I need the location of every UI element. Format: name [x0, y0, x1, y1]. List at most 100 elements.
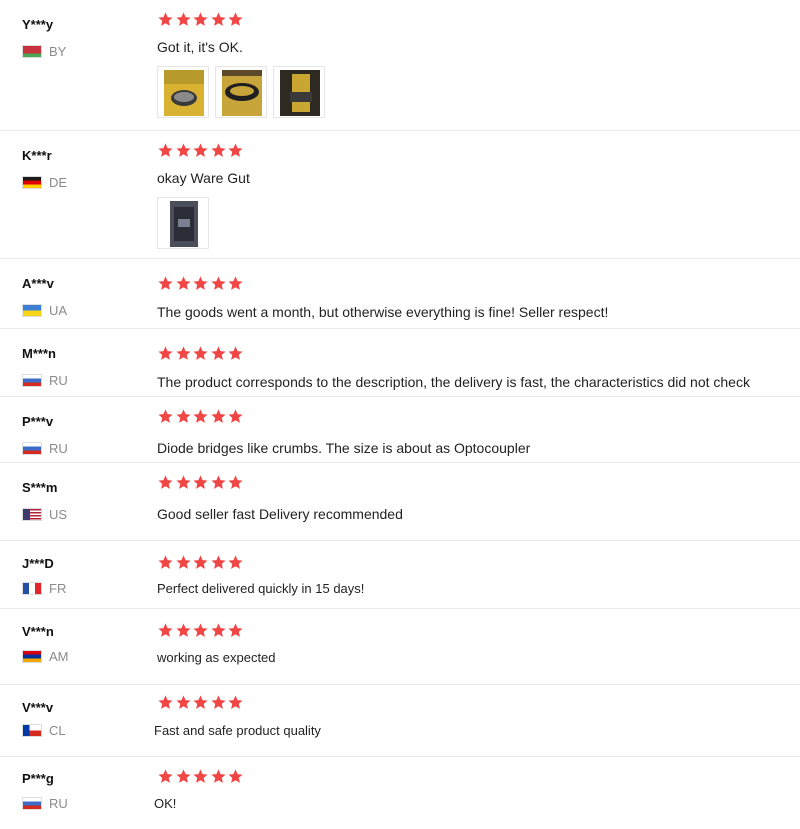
star-icon: [193, 475, 208, 489]
star-icon: [210, 12, 226, 26]
reviewer-country: UA: [22, 303, 67, 318]
star-icon: [175, 769, 191, 783]
reviewer-country: BY: [22, 44, 66, 59]
review-text: OK!: [154, 796, 177, 811]
star-icon: [210, 346, 226, 360]
reviewer-name: J***D: [22, 556, 54, 571]
review-text: Diode bridges like crumbs. The size is a…: [157, 440, 531, 456]
star-icon: [158, 695, 173, 709]
country-code: UA: [49, 303, 68, 318]
reviewer-country: RU: [22, 441, 68, 456]
review-item: Y***y BY Got it, it's OK.: [0, 0, 800, 130]
reviewer-country: US: [22, 507, 67, 522]
review-item: A***v UA The goods went a month, but oth…: [0, 259, 800, 328]
star-icon: [228, 143, 243, 157]
review-text: Perfect delivered quickly in 15 days!: [157, 581, 365, 596]
armenia-flag-icon: [22, 650, 42, 663]
country-code: BY: [49, 44, 67, 59]
reviewer-country: FR: [22, 581, 66, 596]
star-icon: [175, 12, 191, 26]
star-icon: [193, 555, 208, 569]
star-icon: [158, 769, 173, 783]
review-item: K***r DE okay Ware Gut: [0, 131, 800, 258]
star-icon: [175, 695, 191, 709]
star-icon: [158, 276, 173, 290]
country-code: DE: [49, 175, 68, 190]
review-item: M***n RU The product corresponds to the …: [0, 329, 800, 396]
review-photos: [157, 197, 215, 249]
review-photo-thumbnail[interactable]: [157, 66, 209, 118]
star-rating: [157, 11, 245, 29]
reviewer-name: V***v: [22, 700, 54, 715]
reviewer-country: AM: [22, 649, 69, 664]
review-item: J***D FR Perfect delivered quickly in 15…: [0, 541, 800, 608]
reviewer-name: P***v: [22, 414, 54, 429]
germany-flag-icon: [22, 176, 42, 189]
review-text: The product corresponds to the descripti…: [157, 374, 750, 390]
star-icon: [158, 346, 173, 360]
country-code: CL: [49, 723, 66, 738]
review-text: Fast and safe product quality: [154, 723, 321, 738]
country-code: RU: [49, 796, 68, 811]
reviewer-country: RU: [22, 373, 68, 388]
reviewer-name: S***m: [22, 480, 58, 495]
star-icon: [210, 409, 226, 423]
reviewer-name: V***n: [22, 624, 54, 639]
star-icon: [228, 409, 243, 423]
review-photo-thumbnail[interactable]: [215, 66, 267, 118]
france-flag-icon: [22, 582, 42, 595]
star-rating: [157, 275, 245, 293]
reviewer-country: CL: [22, 723, 66, 738]
star-rating: [157, 768, 245, 786]
star-icon: [228, 475, 243, 489]
star-icon: [228, 12, 243, 26]
star-icon: [158, 475, 173, 489]
reviewer-name: P***g: [22, 771, 54, 786]
star-icon: [193, 769, 208, 783]
star-rating: [157, 474, 245, 492]
reviewer-name: K***r: [22, 148, 52, 163]
review-text: working as expected: [157, 650, 276, 665]
star-icon: [193, 12, 208, 26]
star-icon: [158, 409, 173, 423]
ukraine-flag-icon: [22, 304, 42, 317]
star-icon: [175, 555, 191, 569]
russia-flag-icon: [22, 374, 42, 387]
country-code: RU: [49, 373, 68, 388]
star-icon: [210, 143, 226, 157]
star-icon: [175, 276, 191, 290]
review-item: P***v RU Diode bridges like crumbs. The …: [0, 397, 800, 462]
star-icon: [193, 346, 208, 360]
star-icon: [175, 346, 191, 360]
star-rating: [157, 694, 245, 712]
review-item: S***m US Good seller fast Delivery recom…: [0, 463, 800, 540]
review-text: Got it, it's OK.: [157, 39, 243, 55]
russia-flag-icon: [22, 797, 42, 810]
star-rating: [157, 622, 245, 640]
star-rating: [157, 408, 245, 426]
star-icon: [193, 276, 208, 290]
review-photo-thumbnail[interactable]: [273, 66, 325, 118]
star-icon: [228, 695, 243, 709]
review-item: V***n AM working as expected: [0, 609, 800, 684]
star-icon: [228, 769, 243, 783]
star-icon: [210, 623, 226, 637]
reviewer-country: DE: [22, 175, 67, 190]
review-text: Good seller fast Delivery recommended: [157, 506, 403, 522]
star-icon: [175, 475, 191, 489]
review-text: okay Ware Gut: [157, 170, 250, 186]
star-icon: [175, 143, 191, 157]
belarus-flag-icon: [22, 45, 42, 58]
chile-flag-icon: [22, 724, 42, 737]
russia-flag-icon: [22, 442, 42, 455]
reviewer-country: RU: [22, 796, 68, 811]
star-icon: [228, 346, 243, 360]
star-icon: [193, 623, 208, 637]
star-rating: [157, 554, 245, 572]
star-icon: [210, 555, 226, 569]
star-icon: [228, 623, 243, 637]
reviewer-name: A***v: [22, 276, 54, 291]
star-icon: [210, 276, 226, 290]
review-photos: [157, 66, 331, 118]
review-photo-thumbnail[interactable]: [157, 197, 209, 249]
